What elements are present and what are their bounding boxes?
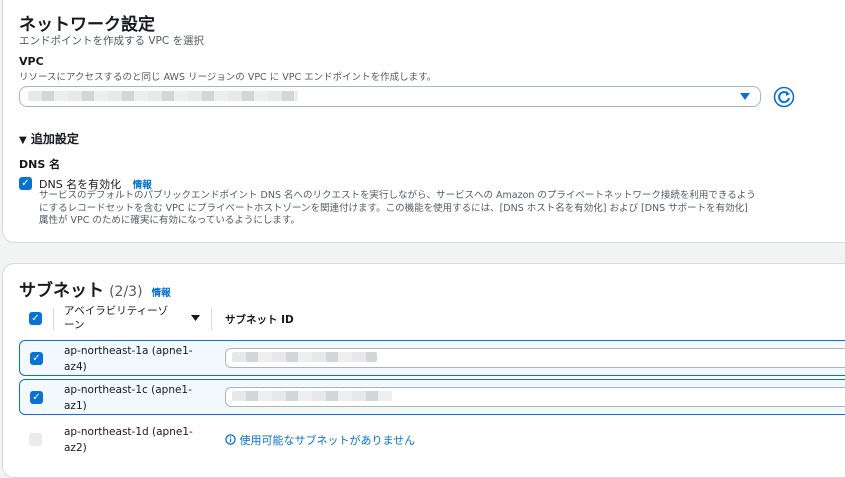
caret-down-icon — [740, 93, 750, 100]
subnet-id-select[interactable] — [225, 387, 845, 407]
vpc-description: リソースにアクセスするのと同じ AWS リージョンの VPC に VPC エンド… — [19, 72, 437, 83]
dns-description-line: サービスのデフォルトのパブリックエンドポイント DNS 名へのリクエストを実行し… — [39, 190, 756, 201]
subnet-info-link[interactable]: 情報 — [152, 288, 171, 299]
subnet-header: サブネット (2/3) 情報 — [19, 276, 171, 301]
az-name-line: ap-northeast-1d (apne1- — [64, 426, 193, 438]
dns-enable-checkbox[interactable]: ✓ — [19, 177, 32, 190]
column-header-az[interactable]: アベイラビリティーゾーン — [64, 304, 176, 332]
dns-description-line: にするレコードセットを含む VPC にプライベートホストゾーンを関連付けます。こ… — [39, 202, 748, 214]
az-name-line: ap-northeast-1c (apne1- — [64, 384, 192, 396]
column-divider — [53, 308, 54, 330]
vpc-label: VPC — [19, 55, 44, 68]
column-divider — [211, 308, 212, 330]
vpc-select[interactable] — [19, 86, 761, 107]
column-header-subnet-id[interactable]: サブネット ID — [225, 312, 294, 327]
az-name: ap-northeast-1c (apne1- az1) — [64, 382, 192, 414]
dns-name-label: DNS 名 — [19, 158, 61, 171]
select-all-checkbox[interactable]: ✓ — [29, 312, 42, 325]
dns-description: サービスのデフォルトのパブリックエンドポイント DNS 名へのリクエストを実行し… — [39, 190, 756, 228]
no-subnet-message: 使用可能なサブネットがありません — [225, 432, 415, 448]
table-row[interactable]: ✓ ap-northeast-1a (apne1- az4) — [19, 340, 845, 376]
az-name-line: az4) — [64, 361, 87, 373]
row-checkbox-disabled — [29, 433, 42, 446]
az-name: ap-northeast-1d (apne1- az2) — [64, 424, 193, 456]
az-name-line: az1) — [64, 400, 87, 412]
subnet-id-redacted — [232, 352, 377, 362]
subnet-title: サブネット — [19, 281, 104, 301]
az-name-line: ap-northeast-1a (apne1- — [64, 345, 193, 357]
dns-description-line: 属性が VPC のために確実に有効になっているようにします。 — [39, 215, 300, 226]
no-subnet-text: 使用可能なサブネットがありません — [239, 434, 416, 447]
sort-caret-down-icon[interactable] — [191, 315, 200, 322]
network-settings-panel: ネットワーク設定 エンドポイントを作成する VPC を選択 VPC リソースにア… — [2, 0, 845, 243]
az-name-line: az2) — [64, 442, 87, 454]
az-name: ap-northeast-1a (apne1- az4) — [64, 343, 193, 375]
subnet-panel: サブネット (2/3) 情報 ✓ アベイラビリティーゾーン サブネット ID ✓… — [2, 263, 845, 478]
refresh-icon[interactable] — [773, 86, 795, 108]
network-settings-title: ネットワーク設定 — [19, 15, 155, 35]
network-settings-subtitle: エンドポイントを作成する VPC を選択 — [19, 35, 205, 47]
table-row[interactable]: ✓ ap-northeast-1c (apne1- az1) — [19, 379, 845, 415]
subnet-id-redacted — [232, 391, 392, 401]
subnet-count: (2/3) — [109, 284, 143, 300]
info-circle-icon — [225, 434, 236, 445]
additional-settings-toggle[interactable]: ▼ 追加設定 — [19, 130, 79, 147]
row-checkbox[interactable]: ✓ — [30, 391, 43, 404]
row-checkbox[interactable]: ✓ — [30, 352, 43, 365]
additional-settings-label: 追加設定 — [30, 132, 79, 146]
caret-down-icon: ▼ — [19, 135, 27, 146]
vpc-value-redacted — [28, 91, 298, 101]
subnet-id-select[interactable] — [225, 348, 845, 368]
